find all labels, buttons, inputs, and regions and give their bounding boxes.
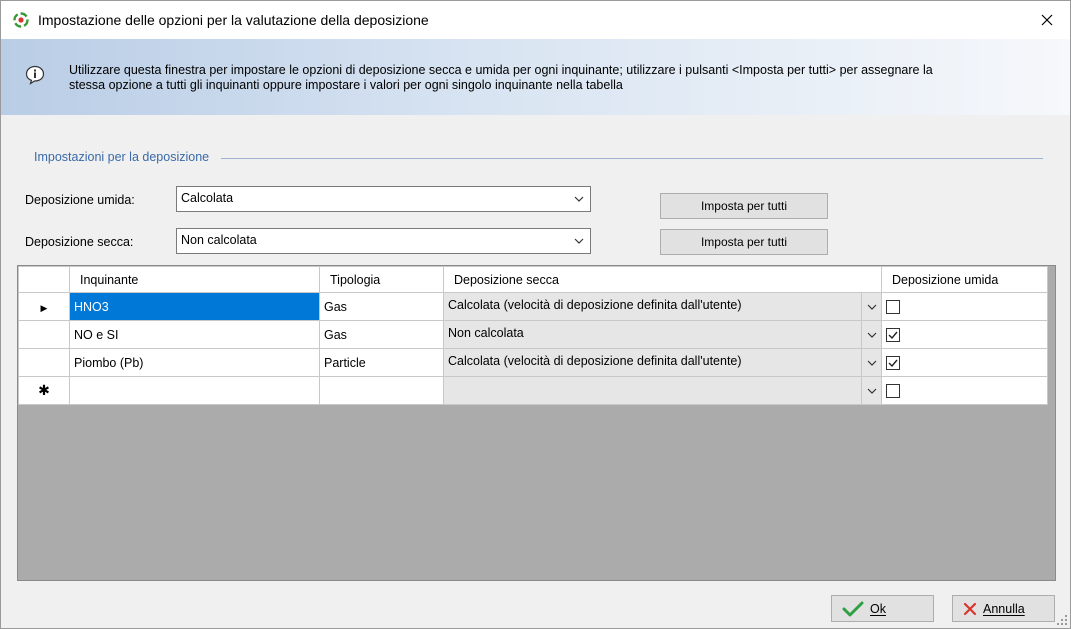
dry-cell-dropdown[interactable]: [861, 377, 881, 404]
info-bubble-icon: [25, 65, 45, 85]
wet-deposition-label: Deposizione umida:: [25, 193, 135, 207]
dry-cell-value: Calcolata (velocità di deposizione defin…: [448, 354, 742, 368]
column-header-deposizione-secca[interactable]: Deposizione secca: [443, 266, 882, 293]
cancel-button[interactable]: Annulla: [952, 595, 1055, 622]
info-line-2: stessa opzione a tutti gli inquinanti op…: [69, 78, 623, 92]
dry-deposition-select[interactable]: Non calcolata: [176, 228, 591, 254]
chevron-down-icon: [574, 238, 584, 244]
chevron-down-icon: [574, 196, 584, 202]
group-label: Impostazioni per la deposizione: [34, 150, 210, 164]
checkmark-icon: [888, 331, 898, 339]
cell-deposizione-secca[interactable]: Non calcolata: [443, 320, 882, 349]
table-row[interactable]: ▶ HNO3 Gas Calcolata (velocità di deposi…: [18, 292, 1048, 321]
table-row-new[interactable]: ✱: [18, 376, 1048, 405]
ok-label: Ok: [870, 601, 886, 616]
current-row-icon: ▶: [40, 302, 48, 313]
wet-checkbox[interactable]: [886, 355, 900, 370]
wet-deposition-value: Calcolata: [181, 191, 234, 205]
dry-deposition-label: Deposizione secca:: [25, 235, 134, 249]
cancel-label: Annulla: [983, 601, 1025, 616]
window-title: Impostazione delle opzioni per la valuta…: [38, 12, 429, 28]
dry-set-all-button[interactable]: Imposta per tutti: [660, 229, 828, 255]
dry-cell-value: Calcolata (velocità di deposizione defin…: [448, 298, 742, 312]
info-line-1: Utilizzare questa finestra per impostare…: [69, 63, 933, 77]
dry-cell-dropdown[interactable]: [861, 349, 881, 376]
resize-grip-icon[interactable]: [1056, 614, 1068, 626]
wet-checkbox[interactable]: [886, 327, 900, 342]
dry-cell-dropdown[interactable]: [861, 321, 881, 348]
pollutant-table: Inquinante Tipologia Deposizione secca D…: [18, 266, 1048, 405]
title-bar: Impostazione delle opzioni per la valuta…: [1, 1, 1070, 39]
close-icon: [1041, 14, 1053, 26]
cell-deposizione-umida[interactable]: [881, 376, 1048, 405]
dry-cell-value: Non calcolata: [448, 326, 524, 340]
dry-deposition-value: Non calcolata: [181, 233, 257, 247]
table-header-row: Inquinante Tipologia Deposizione secca D…: [18, 266, 1048, 293]
cell-deposizione-secca[interactable]: [443, 376, 882, 405]
dry-cell-select[interactable]: Calcolata (velocità di deposizione defin…: [444, 293, 881, 320]
cell-deposizione-umida[interactable]: [881, 320, 1048, 349]
checkmark-icon: [888, 359, 898, 367]
wet-deposition-select[interactable]: Calcolata: [176, 186, 591, 212]
group-divider: [221, 158, 1043, 159]
dry-cell-select[interactable]: Calcolata (velocità di deposizione defin…: [444, 349, 881, 376]
chevron-down-icon: [867, 388, 876, 394]
cell-tipologia: Gas: [319, 292, 444, 321]
column-header-inquinante[interactable]: Inquinante: [69, 266, 320, 293]
row-marker[interactable]: [18, 348, 70, 377]
close-button[interactable]: [1024, 1, 1070, 39]
cell-tipologia: [319, 376, 444, 405]
wet-checkbox[interactable]: [886, 299, 900, 314]
chevron-down-icon: [867, 360, 876, 366]
column-header-tipologia[interactable]: Tipologia: [319, 266, 444, 293]
cell-tipologia: Particle: [319, 348, 444, 377]
row-marker[interactable]: [18, 320, 70, 349]
info-text: Utilizzare questa finestra per impostare…: [69, 63, 1029, 93]
cell-deposizione-umida[interactable]: [881, 292, 1048, 321]
chevron-down-icon: [867, 304, 876, 310]
cell-inquinante[interactable]: Piombo (Pb): [69, 348, 320, 377]
cell-inquinante[interactable]: [69, 376, 320, 405]
table-row[interactable]: Piombo (Pb) Particle Calcolata (velocità…: [18, 348, 1048, 377]
wet-checkbox[interactable]: [886, 383, 900, 398]
chevron-down-icon: [867, 332, 876, 338]
dry-cell-dropdown[interactable]: [861, 293, 881, 320]
row-marker[interactable]: ▶: [18, 292, 70, 321]
check-icon: [842, 601, 864, 616]
column-header-deposizione-umida[interactable]: Deposizione umida: [881, 266, 1048, 293]
dialog-window: Impostazione delle opzioni per la valuta…: [0, 0, 1071, 629]
dry-cell-select[interactable]: Non calcolata: [444, 321, 881, 348]
cell-inquinante[interactable]: NO e SI: [69, 320, 320, 349]
cell-inquinante[interactable]: HNO3: [69, 292, 320, 321]
cancel-x-icon: [963, 602, 977, 615]
row-header-corner: [18, 266, 70, 293]
ok-button[interactable]: Ok: [831, 595, 934, 622]
new-row-marker[interactable]: ✱: [18, 376, 70, 405]
info-banner: Utilizzare questa finestra per impostare…: [1, 39, 1070, 115]
table-row[interactable]: NO e SI Gas Non calcolata: [18, 320, 1048, 349]
cell-deposizione-umida[interactable]: [881, 348, 1048, 377]
cell-tipologia: Gas: [319, 320, 444, 349]
pollutant-grid: Inquinante Tipologia Deposizione secca D…: [17, 265, 1056, 581]
new-row-icon: ✱: [38, 382, 50, 398]
dry-cell-select[interactable]: [444, 377, 881, 404]
cell-deposizione-secca[interactable]: Calcolata (velocità di deposizione defin…: [443, 292, 882, 321]
app-logo-icon: [13, 12, 29, 28]
wet-set-all-button[interactable]: Imposta per tutti: [660, 193, 828, 219]
cell-deposizione-secca[interactable]: Calcolata (velocità di deposizione defin…: [443, 348, 882, 377]
